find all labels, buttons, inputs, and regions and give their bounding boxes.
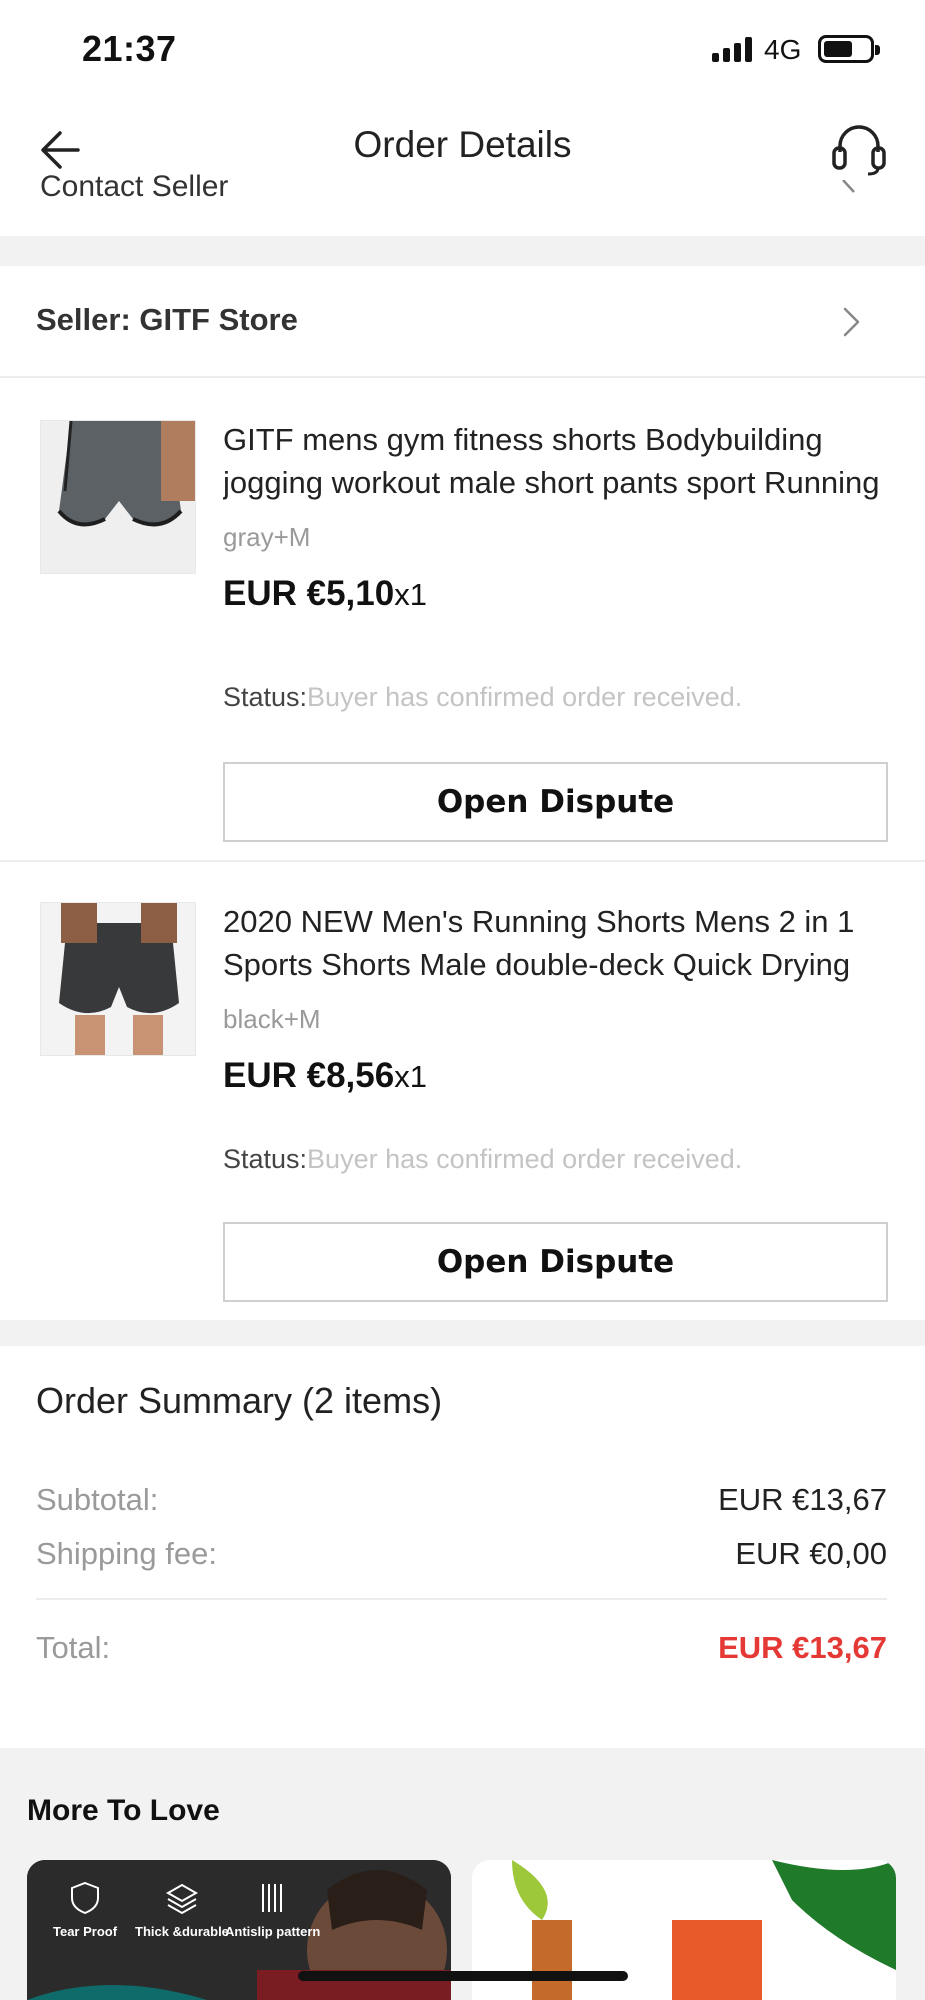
more-to-love-title: More To Love	[27, 1794, 220, 1827]
item-status: Status:Buyer has confirmed order receive…	[223, 1144, 743, 1174]
feature-thick-durable: Thick &durable	[135, 1880, 229, 1939]
product-variant: black+M	[223, 1004, 321, 1034]
signal-icon	[712, 36, 754, 62]
seller-row[interactable]: Seller: GITF Store	[0, 266, 925, 378]
network-type: 4G	[764, 34, 802, 65]
chevron-right-icon	[842, 180, 855, 193]
product-thumbnail[interactable]	[40, 902, 196, 1056]
stripes-icon	[261, 1884, 282, 1912]
subtotal-value: EUR €13,67	[718, 1482, 887, 1517]
item-status: Status:Buyer has confirmed order receive…	[223, 682, 743, 712]
open-dispute-button[interactable]: Open Dispute	[223, 762, 888, 842]
layers-icon	[165, 1883, 198, 1915]
order-item: 2020 NEW Men's Running Shorts Mens 2 in …	[0, 862, 925, 1320]
product-price: EUR €8,56x1	[223, 1056, 427, 1095]
contact-seller-row[interactable]: Contact Seller	[40, 170, 228, 198]
chevron-right-icon	[843, 307, 860, 337]
order-item: GITF mens gym fitness shorts Bodybuildin…	[0, 378, 925, 861]
product-quantity: x1	[394, 1059, 427, 1094]
product-thumbnail[interactable]	[40, 420, 196, 574]
subtotal-label: Subtotal:	[36, 1482, 159, 1517]
shipping-label: Shipping fee:	[36, 1536, 217, 1571]
product-variant: gray+M	[223, 522, 311, 552]
product-title[interactable]: GITF mens gym fitness shorts Bodybuildin…	[223, 418, 888, 504]
product-price: EUR €5,10x1	[223, 574, 427, 613]
section-gap	[0, 236, 925, 266]
total-value: EUR €13,67	[718, 1630, 887, 1665]
status-bar: 21:37 4G	[0, 0, 925, 100]
order-summary: Order Summary (2 items) Subtotal: EUR €1…	[0, 1346, 925, 1748]
product-title[interactable]: 2020 NEW Men's Running Shorts Mens 2 in …	[223, 900, 888, 986]
headset-icon[interactable]	[828, 118, 890, 180]
summary-title: Order Summary (2 items)	[36, 1380, 443, 1421]
open-dispute-button[interactable]: Open Dispute	[223, 1222, 888, 1302]
home-indicator	[298, 1971, 628, 1981]
status-time: 21:37	[82, 28, 177, 69]
shield-icon	[71, 1881, 100, 1915]
shipping-value: EUR €0,00	[735, 1536, 887, 1571]
section-gap	[0, 1320, 925, 1346]
battery-icon	[818, 35, 880, 63]
product-quantity: x1	[394, 577, 427, 612]
feature-tear-proof: Tear Proof	[53, 1880, 117, 1939]
feature-antislip: Antislip pattern	[225, 1880, 320, 1939]
summary-divider	[36, 1598, 887, 1600]
page-title: Order Details	[353, 124, 572, 165]
more-to-love-section: More To Love Tear Proof Thick &durable A…	[0, 1748, 925, 2000]
total-label: Total:	[36, 1630, 111, 1665]
seller-name: Seller: GITF Store	[36, 302, 298, 337]
